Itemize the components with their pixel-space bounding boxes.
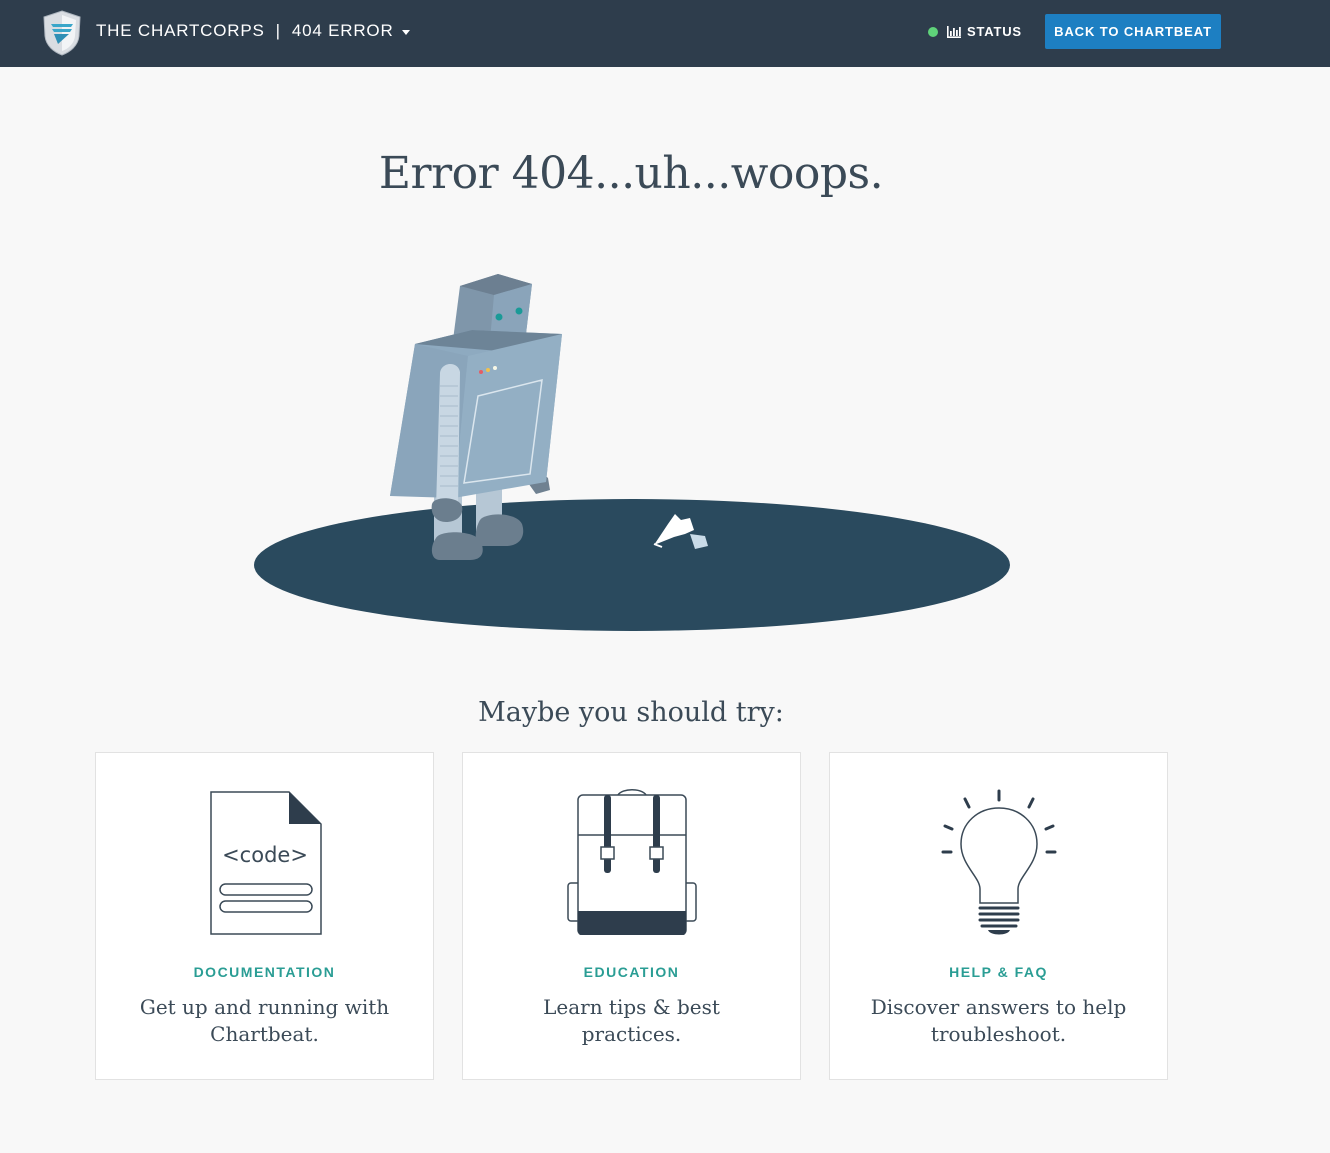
- brand-separator: |: [275, 21, 281, 40]
- document-code-icon: <code>: [209, 791, 322, 935]
- help-faq-title[interactable]: HELP & FAQ: [830, 964, 1167, 980]
- status-indicator-dot: [928, 26, 938, 37]
- education-title[interactable]: EDUCATION: [463, 964, 800, 980]
- education-description: Learn tips & best practices.: [543, 995, 720, 1046]
- help-faq-description: Discover answers to help troubleshoot.: [870, 995, 1127, 1046]
- page-title: Error 404...uh...woops.: [378, 148, 884, 199]
- robot-spotlight-illustration: [250, 268, 1020, 638]
- status-link[interactable]: STATUS: [928, 24, 1022, 39]
- back-to-chartbeat-button[interactable]: BACK TO CHARTBEAT: [1045, 14, 1221, 49]
- top-navigation-bar: THE CHARTCORPS | 404 ERROR STATUS BACK T…: [0, 0, 1330, 67]
- chartcorps-shield-logo-icon[interactable]: [42, 10, 82, 56]
- section-dropdown-label[interactable]: 404 ERROR: [292, 21, 394, 41]
- brand-title[interactable]: THE CHARTCORPS | 404 ERROR: [96, 21, 410, 41]
- chevron-down-icon[interactable]: [401, 29, 410, 35]
- help-faq-card[interactable]: HELP & FAQ Discover answers to help trou…: [829, 752, 1168, 1080]
- documentation-card[interactable]: <code> DOCUMENTATION Get up and running …: [95, 752, 434, 1080]
- code-text: <code>: [222, 843, 308, 867]
- backpack-icon: [566, 789, 697, 935]
- suggestions-heading: Maybe you should try:: [478, 697, 784, 728]
- status-label: STATUS: [967, 24, 1022, 39]
- documentation-title[interactable]: DOCUMENTATION: [96, 964, 433, 980]
- education-card[interactable]: EDUCATION Learn tips & best practices.: [462, 752, 801, 1080]
- lightbulb-icon: [941, 789, 1056, 935]
- brand-name: THE CHARTCORPS: [96, 21, 265, 40]
- bar-chart-icon: [947, 25, 961, 38]
- documentation-description: Get up and running with Chartbeat.: [139, 995, 390, 1046]
